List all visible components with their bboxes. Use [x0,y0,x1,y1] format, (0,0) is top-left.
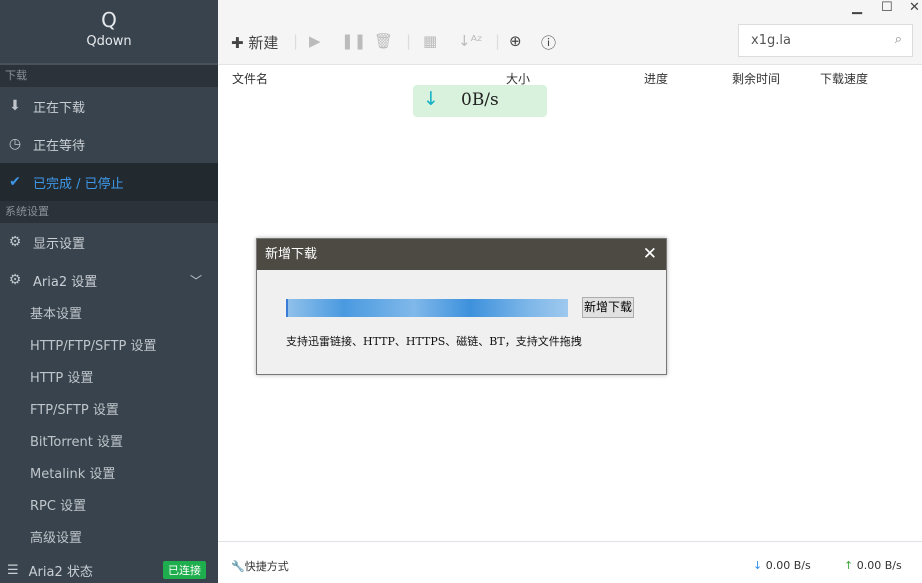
chevron-down-icon: ﹀ [189,273,202,288]
sidebar-subitem-metalink[interactable]: Metalink 设置 [0,459,218,491]
sidebar-subitem-advanced[interactable]: 高级设置 [0,523,218,555]
gears-icon: ⚙ [8,272,22,288]
help-icon[interactable]: ⓘ [541,32,556,53]
sidebar-subitem-http[interactable]: HTTP 设置 [0,363,218,395]
minimize-icon[interactable]: ▁ [852,0,862,15]
play-icon[interactable]: ▶ [309,32,321,50]
speed-overlay: ↓ 0B/s [413,85,547,117]
shortcuts-button[interactable]: 🔧快捷方式 [231,558,289,574]
arrow-up-icon: ↑ [844,559,854,572]
divider: | [406,32,412,50]
close-icon[interactable]: ✕ [909,0,920,15]
sidebar: Q Qdown 下载 ⬇ 正在下载 ◷ 正在等待 ✔ 已完成 / 已停止 系统设置 ⚙… [0,0,218,583]
search-icon[interactable]: ⌕ [895,32,902,47]
label: 已完成 / 已停止 [33,176,124,192]
app-logo: Q Qdown [0,0,218,65]
maximize-icon[interactable]: ☐ [881,0,893,15]
grid-icon[interactable]: ▦ [423,32,437,50]
down-value: 0.00 B/s [765,559,811,572]
trash-icon[interactable]: 🗑 [374,32,393,50]
arrow-down-icon: ↓ [423,88,439,110]
wrench-icon: 🔧 [231,560,245,573]
url-input[interactable] [286,299,568,317]
column-progress[interactable]: 进度 [644,70,668,87]
sort-az-icon[interactable]: ↓ᴬᶻ [458,32,483,50]
sidebar-subitem-rpc[interactable]: RPC 设置 [0,491,218,523]
new-label: 新建 [248,34,279,52]
sidebar-subitem-ftp-sftp[interactable]: FTP/SFTP 设置 [0,395,218,427]
up-value: 0.00 B/s [856,559,902,572]
app-name[interactable]: Qdown [0,34,218,49]
logo-letter: Q [101,8,117,32]
section-download: 下载 [0,65,218,87]
status-label: Aria2 状态 [28,564,93,580]
add-download-button[interactable]: 新增下载 [582,297,634,318]
arrow-down-icon: ↓ [753,559,763,572]
table-header: 文件名 大小 进度 剩余时间 下载速度 [218,65,922,90]
status-badge: 已连接 [163,561,206,579]
server-icon: ☰ [7,562,19,578]
download-speed: ↓ 0.00 B/s [753,559,811,572]
check-circle-icon: ✔ [9,174,21,190]
sidebar-subitem-bittorrent[interactable]: BitTorrent 设置 [0,427,218,459]
download-circle-icon: ⬇ [9,98,21,114]
column-speed[interactable]: 下载速度 [820,70,868,87]
sidebar-subitem-basic[interactable]: 基本设置 [0,299,218,331]
sidebar-item-aria2[interactable]: ⚙ Aria2 设置 ﹀ [0,261,218,299]
upload-speed: ↑ 0.00 B/s [844,559,902,572]
clock-icon: ◷ [8,136,22,152]
add-circle-icon[interactable]: ⊕ [509,32,522,50]
divider: | [495,32,501,50]
sidebar-item-display[interactable]: ⚙ 显示设置 [0,223,218,261]
sidebar-item-completed[interactable]: ✔ 已完成 / 已停止 [0,163,218,201]
hint-text: 支持迅雷链接、HTTP、HTTPS、磁链、BT，支持文件拖拽 [286,335,582,348]
divider: | [293,32,299,50]
sidebar-item-downloading[interactable]: ⬇ 正在下载 [0,87,218,125]
search-value: x1g.la [751,33,791,48]
dialog-title: 新增下载 [265,247,318,262]
label: 正在等待 [33,138,86,154]
label: Aria2 设置 [33,274,98,290]
new-button[interactable]: ✚ 新建 [231,32,278,53]
label: 显示设置 [33,236,86,252]
column-filename[interactable]: 文件名 [232,70,268,87]
speed-value: 0B/s [461,90,499,110]
aria2-status[interactable]: ☰ Aria2 状态 已连接 [0,557,218,583]
toolbar: ▁ ☐ ✕ ✚ 新建 | ▶ ❚❚ 🗑 | ▦ ↓ᴬᶻ | ⊕ ⓘ x1g.la… [218,0,922,65]
close-icon[interactable]: ✕ [643,239,657,270]
plus-icon: ✚ [231,34,244,52]
label: 正在下载 [33,100,86,116]
status-bar: 🔧快捷方式 ↓ 0.00 B/s ↑ 0.00 B/s [218,541,922,583]
column-remaining[interactable]: 剩余时间 [732,70,780,87]
pause-icon[interactable]: ❚❚ [341,32,366,50]
sidebar-subitem-http-ftp-sftp[interactable]: HTTP/FTP/SFTP 设置 [0,331,218,363]
search-input[interactable]: x1g.la ⌕ [738,24,913,57]
sidebar-item-waiting[interactable]: ◷ 正在等待 [0,125,218,163]
new-download-dialog: 新增下载 ✕ 新增下载 支持迅雷链接、HTTP、HTTPS、磁链、BT，支持文件拖… [256,238,667,375]
gear-icon: ⚙ [8,234,22,250]
shortcuts-label: 快捷方式 [244,560,289,573]
section-settings: 系统设置 [0,201,218,223]
dialog-titlebar: 新增下载 ✕ [257,239,666,270]
